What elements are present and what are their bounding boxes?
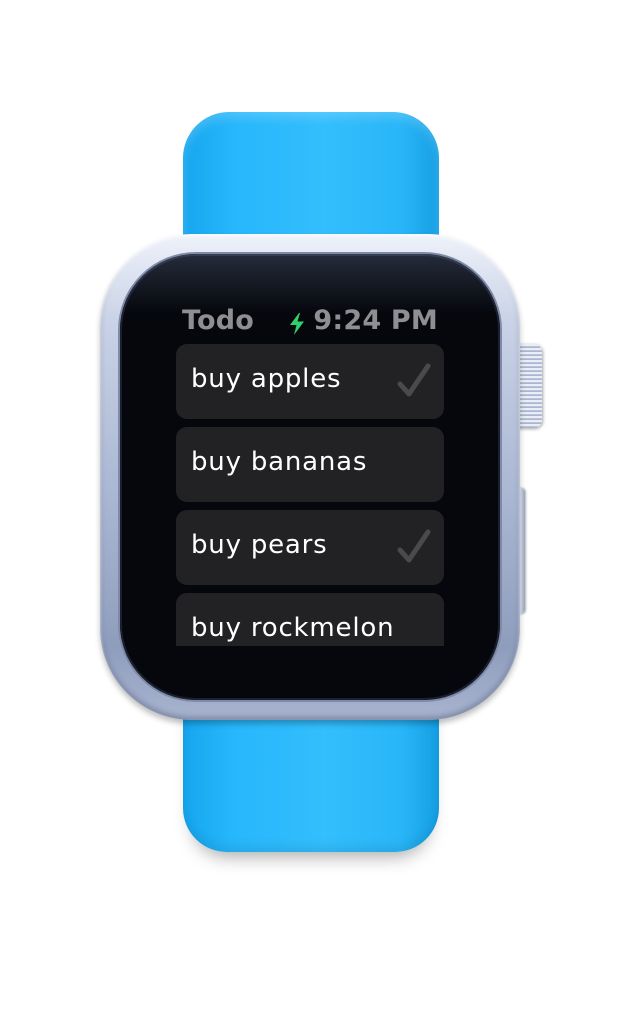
checkmark-icon: [397, 529, 431, 563]
apple-watch-mockup: Todo 9:24 PM buy apples buy bananas buy …: [0, 0, 620, 1018]
todo-list: buy apples buy bananas buy pears buy roc…: [176, 344, 444, 646]
status-bar: Todo 9:24 PM: [176, 300, 444, 344]
checkmark-icon: [397, 363, 431, 397]
todo-item-label: buy apples: [191, 364, 342, 394]
todo-item-buy-rockmelon[interactable]: buy rockmelon: [176, 593, 444, 646]
todo-item-buy-pears[interactable]: buy pears: [176, 510, 444, 585]
todo-item-buy-apples[interactable]: buy apples: [176, 344, 444, 419]
watch-screen: Todo 9:24 PM buy apples buy bananas buy …: [176, 300, 444, 646]
todo-item-buy-bananas[interactable]: buy bananas: [176, 427, 444, 502]
todo-item-label: buy bananas: [191, 447, 368, 477]
lightning-bolt-icon: [290, 313, 304, 335]
todo-item-label: buy pears: [191, 530, 328, 560]
app-title[interactable]: Todo: [182, 305, 254, 336]
status-time: 9:24 PM: [313, 305, 438, 336]
todo-item-label: buy rockmelon: [191, 613, 395, 643]
